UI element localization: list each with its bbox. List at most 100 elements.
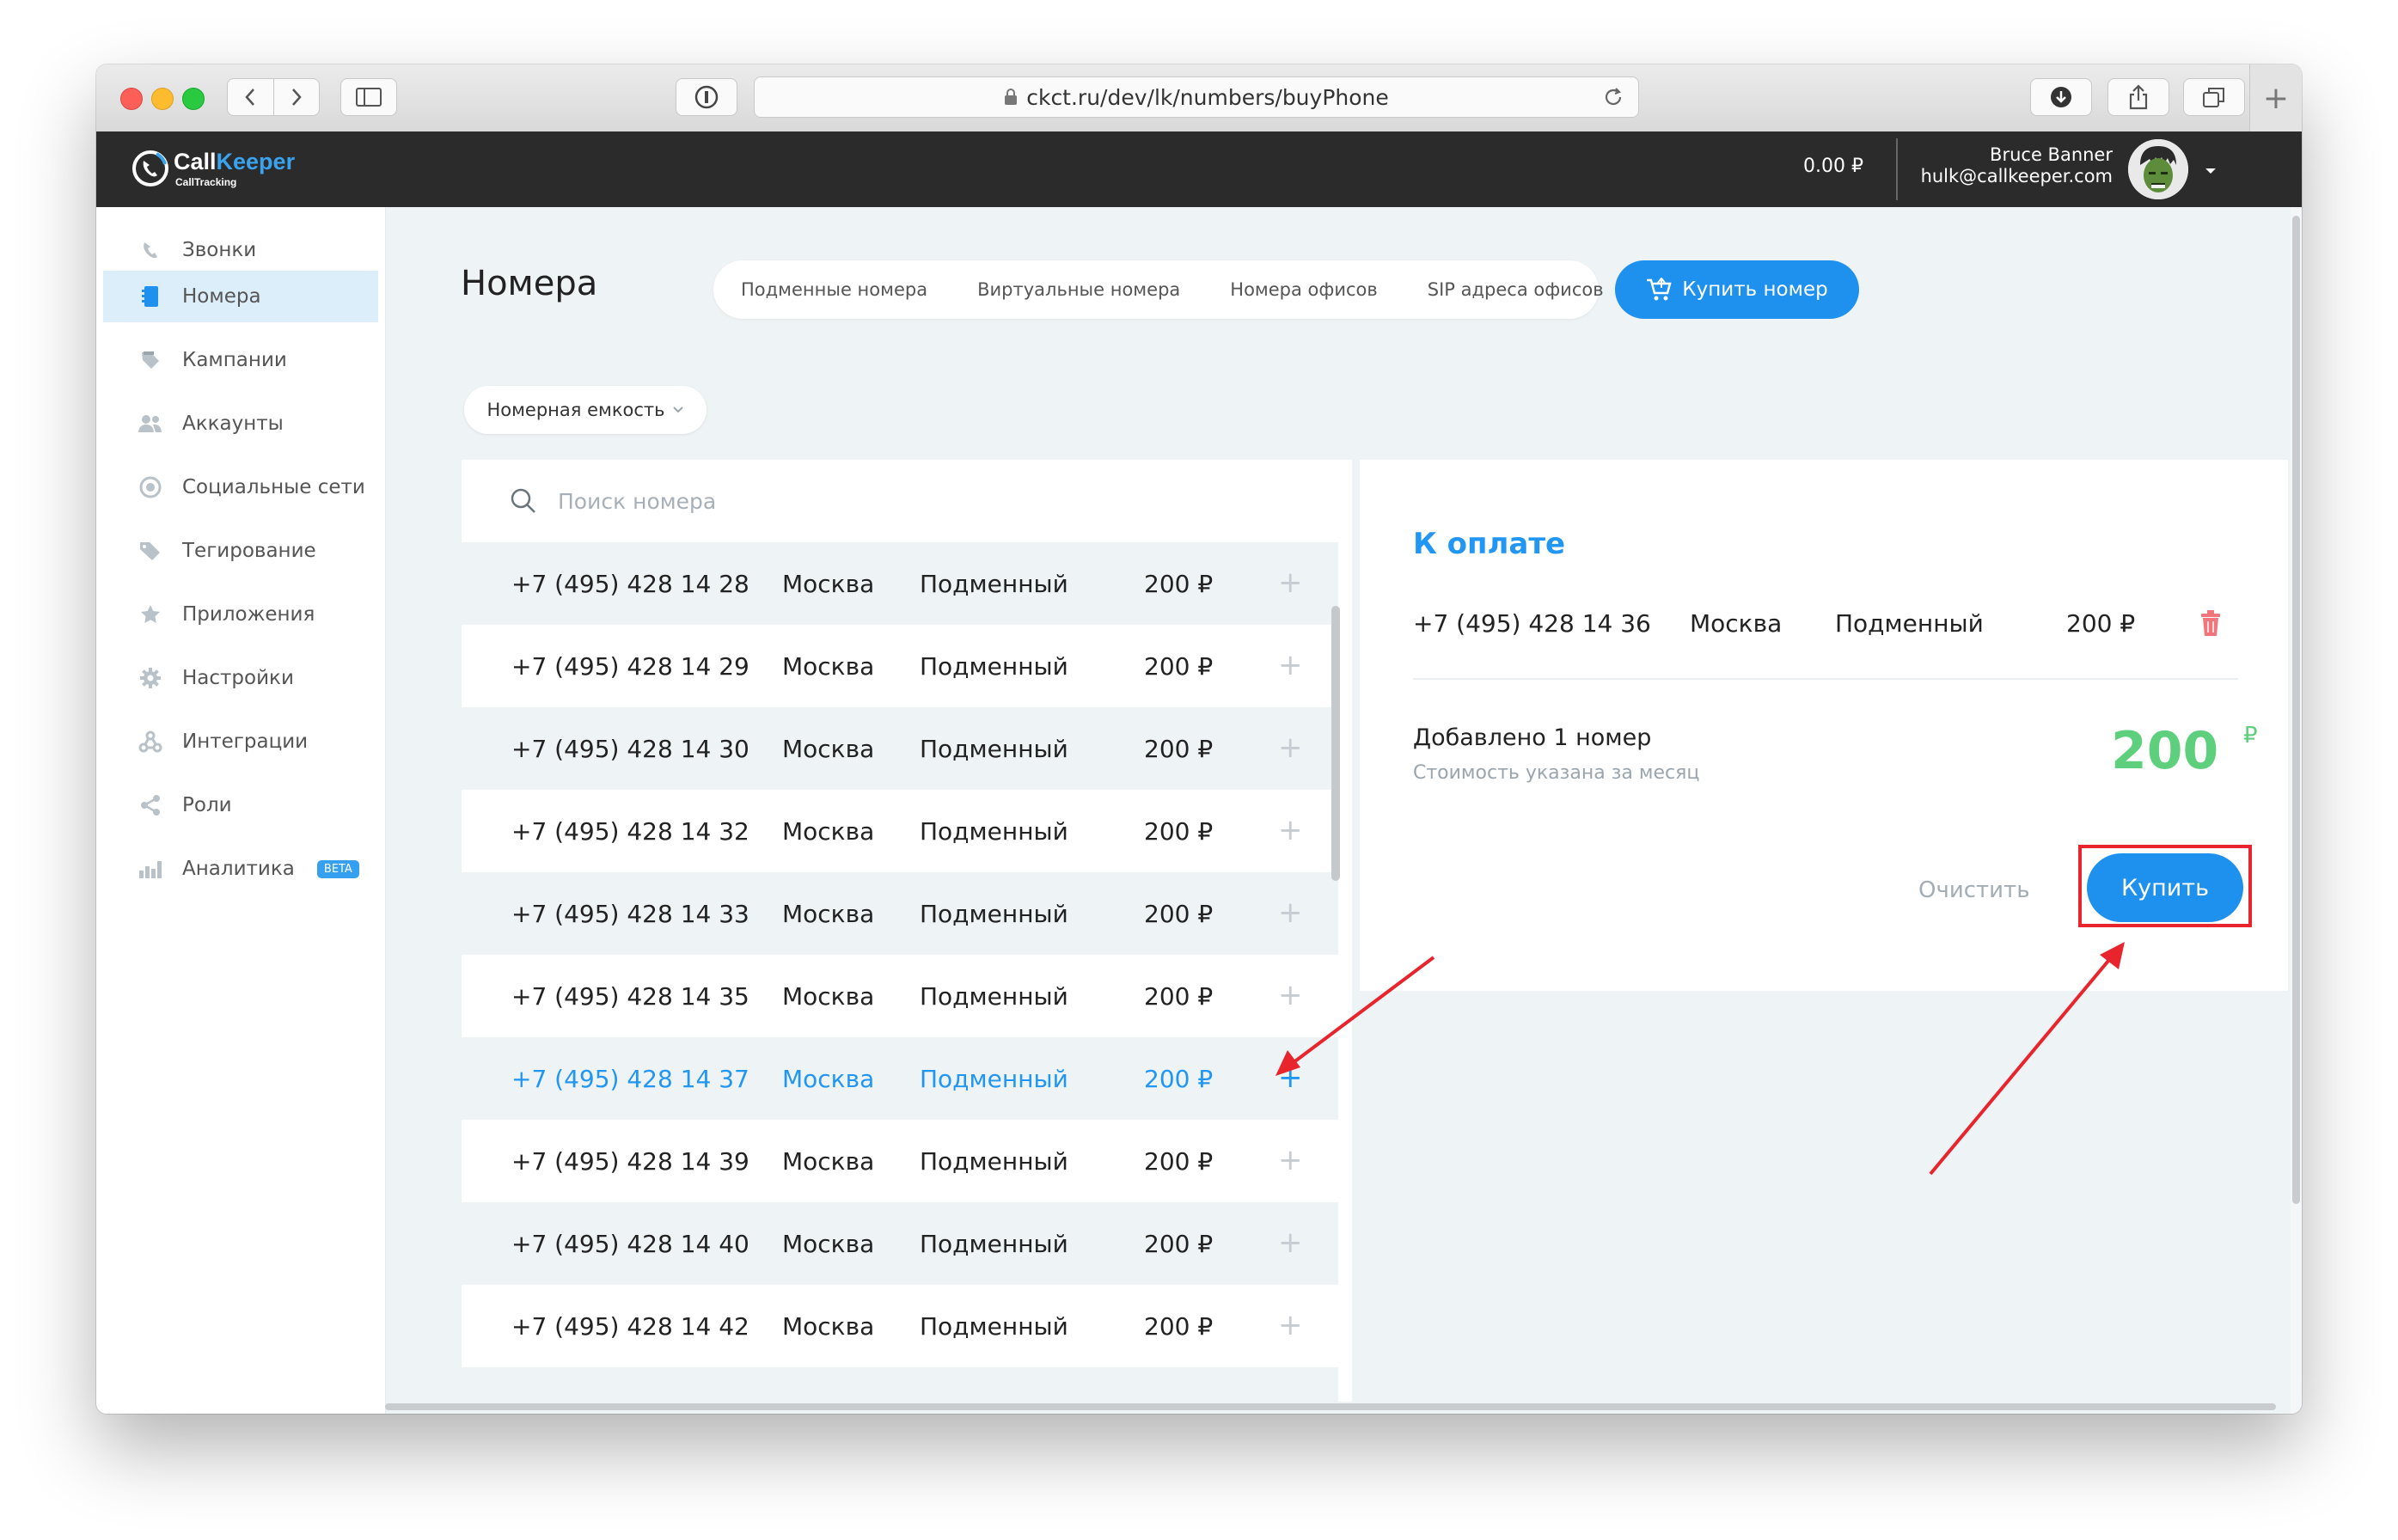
browser-window: ckct.ru/dev/lk/numbers/buyPhone + CallKe… (96, 64, 2302, 1414)
app-header: CallKeeper CallTracking 0.00 ₽ Bruce Ban… (96, 131, 2302, 207)
sidebar-item-numbers[interactable]: Номера (103, 271, 378, 322)
share-icon (138, 792, 163, 818)
add-number-plus-icon[interactable]: + (1278, 1146, 1303, 1175)
row-price: 200 ₽ (1144, 982, 1214, 1011)
share-button[interactable] (2107, 78, 2169, 116)
row-phone: +7 (495) 428 14 29 (511, 652, 749, 681)
callkeeper-logo[interactable]: CallKeeper CallTracking (131, 145, 303, 193)
row-phone: +7 (495) 428 14 35 (511, 982, 749, 1011)
number-row[interactable]: +7 (495) 428 14 29 Москва Подменный 200 … (462, 625, 1338, 707)
add-number-plus-icon[interactable]: + (1278, 981, 1303, 1010)
downloads-button[interactable] (2030, 78, 2092, 116)
clear-button[interactable]: Очистить (1918, 877, 2030, 903)
search-bar[interactable]: Поиск номера (462, 460, 1352, 542)
add-number-plus-icon[interactable]: + (1278, 568, 1303, 597)
sidebar-item-settings[interactable]: Настройки (103, 652, 378, 704)
sidebar-item-label: Настройки (182, 667, 294, 689)
sidebar-item-integrations[interactable]: Интеграции (103, 716, 378, 767)
capacity-filter-dropdown[interactable]: Номерная емкость (464, 386, 707, 434)
sidebar-item-campaigns[interactable]: Кампании (103, 334, 378, 386)
sidebar-item-label: Роли (182, 794, 232, 816)
header-divider (1896, 138, 1898, 200)
logo-subtitle: CallTracking (175, 176, 237, 188)
number-row[interactable]: +7 (495) 428 14 40 Москва Подменный 200 … (462, 1202, 1338, 1285)
globe-icon (138, 474, 163, 500)
zoom-window-button[interactable] (182, 88, 205, 110)
sidebar-item-roles[interactable]: Роли (103, 779, 378, 831)
tags-icon (138, 538, 163, 564)
number-row-hovered[interactable]: +7 (495) 428 14 37 Москва Подменный 200 … (462, 1037, 1338, 1120)
page-scrollbar-thumb[interactable] (2292, 216, 2300, 1204)
horizontal-scrollbar-thumb[interactable] (385, 1403, 2276, 1410)
number-row[interactable]: +7 (495) 428 14 32 Москва Подменный 200 … (462, 790, 1338, 872)
number-row[interactable]: +7 (495) 428 14 30 Москва Подменный 200 … (462, 707, 1338, 790)
password-button[interactable] (676, 78, 737, 116)
sidebar-item-apps[interactable]: Приложения (103, 589, 378, 640)
back-button[interactable] (228, 79, 273, 115)
users-icon (138, 411, 163, 437)
chevron-right-icon (291, 89, 302, 106)
list-scrollbar[interactable] (1331, 606, 1340, 881)
integration-icon (138, 729, 163, 755)
onepassword-icon (694, 85, 719, 109)
add-number-plus-icon[interactable]: + (1278, 1228, 1303, 1257)
row-city: Москва (782, 1147, 875, 1176)
add-number-plus-icon[interactable]: + (1278, 733, 1303, 762)
add-number-plus-icon[interactable]: + (1278, 1063, 1303, 1092)
search-input[interactable]: Поиск номера (558, 489, 716, 514)
row-city: Москва (782, 982, 875, 1011)
notebook-icon (138, 284, 163, 309)
annotation-highlight-box (2078, 845, 2252, 927)
row-price: 200 ₽ (1144, 1312, 1214, 1341)
row-type: Подменный (920, 735, 1068, 763)
tab-substitute-numbers[interactable]: Подменные номера (713, 279, 952, 300)
number-row[interactable]: +7 (495) 428 14 39 Москва Подменный 200 … (462, 1120, 1338, 1202)
user-menu-chevron-down-icon[interactable] (2204, 162, 2218, 179)
history-nav (227, 78, 320, 116)
close-window-button[interactable] (120, 88, 143, 110)
trash-icon[interactable] (2199, 609, 2222, 643)
number-row[interactable]: +7 (495) 428 14 28 Москва Подменный 200 … (462, 542, 1338, 625)
sidebar-item-analytics[interactable]: Аналитика BETA (103, 843, 378, 895)
sidebar-item-calls[interactable]: Звонки (103, 224, 378, 276)
row-price: 200 ₽ (1144, 817, 1214, 846)
number-row[interactable]: +7 (495) 428 14 42 Москва Подменный 200 … (462, 1285, 1338, 1367)
add-number-plus-icon[interactable]: + (1278, 1311, 1303, 1340)
reload-icon[interactable] (1602, 85, 1624, 114)
add-number-plus-icon[interactable]: + (1278, 651, 1303, 680)
number-row[interactable]: +7 (495) 428 14 35 Москва Подменный 200 … (462, 955, 1338, 1037)
add-number-plus-icon[interactable]: + (1278, 816, 1303, 845)
sidebar-item-label: Аккаунты (182, 412, 284, 435)
row-price: 200 ₽ (1144, 1147, 1214, 1176)
row-type: Подменный (920, 1230, 1068, 1258)
sidebar-item-accounts[interactable]: Аккаунты (103, 398, 378, 449)
add-number-plus-icon[interactable]: + (1278, 898, 1303, 927)
tab-office-numbers[interactable]: Номера офисов (1205, 279, 1403, 300)
sidebar-item-social[interactable]: Социальные сети (103, 461, 378, 513)
page-scrollbar[interactable] (2291, 207, 2302, 1414)
new-tab-button[interactable]: + (2249, 64, 2302, 131)
sidebar-item-label: Социальные сети (182, 476, 365, 498)
minimize-window-button[interactable] (151, 88, 174, 110)
forward-button[interactable] (272, 79, 320, 115)
row-type: Подменный (920, 652, 1068, 681)
tabs-overview-button[interactable] (2183, 78, 2245, 116)
row-type: Подменный (920, 982, 1068, 1011)
user-email: hulk@callkeeper.com (1920, 166, 2113, 186)
row-type: Подменный (920, 1147, 1068, 1176)
row-type: Подменный (920, 817, 1068, 846)
tab-virtual-numbers[interactable]: Виртуальные номера (952, 279, 1205, 300)
buy-number-button[interactable]: Купить номер (1615, 260, 1859, 319)
sidebar-item-tagging[interactable]: Тегирование (103, 525, 378, 577)
user-name: Bruce Banner (1990, 144, 2113, 165)
sidebar-item-label: Тегирование (182, 540, 316, 562)
address-bar[interactable]: ckct.ru/dev/lk/numbers/buyPhone (754, 76, 1639, 118)
horizontal-scrollbar[interactable] (385, 1402, 2285, 1412)
number-row[interactable]: +7 (495) 428 14 33 Москва Подменный 200 … (462, 872, 1338, 955)
numbers-list-panel: Поиск номера +7 (495) 428 14 28 Москва П… (462, 460, 1352, 1402)
sidebar-toggle-button[interactable] (340, 78, 397, 116)
avatar[interactable] (2128, 139, 2188, 199)
tab-sip-addresses[interactable]: SIP адреса офисов (1403, 279, 1629, 300)
sidebar-item-label: Звонки (182, 239, 257, 261)
share-icon (2129, 84, 2148, 110)
